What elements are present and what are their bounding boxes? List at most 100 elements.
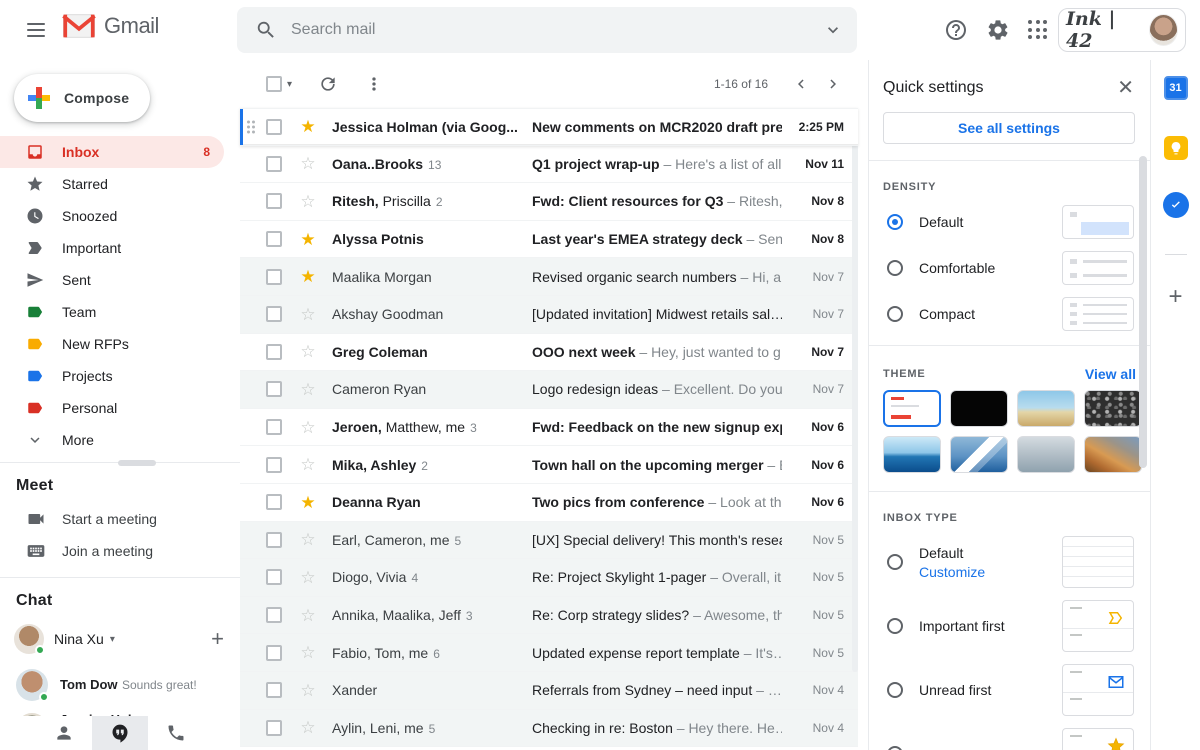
search-bar[interactable]: [237, 7, 857, 53]
refresh-icon[interactable]: [318, 74, 338, 94]
inbox-type-option-starred-first[interactable]: [869, 722, 1150, 750]
email-row[interactable]: ☆ Mika, Ashley2 Town hall on the upcomin…: [240, 446, 858, 484]
radio-button[interactable]: [887, 214, 903, 230]
email-row[interactable]: ☆ Diogo, Vivia4 Re: Project Skylight 1-p…: [240, 559, 858, 597]
sidebar-item-more[interactable]: More: [0, 424, 224, 456]
sidebar-item-projects[interactable]: Projects: [0, 360, 224, 392]
radio-button[interactable]: [887, 260, 903, 276]
radio-button[interactable]: [887, 682, 903, 698]
density-option-default[interactable]: Default: [869, 199, 1150, 245]
star-icon[interactable]: ☆: [298, 569, 318, 586]
email-checkbox[interactable]: [266, 381, 282, 397]
profile-avatar[interactable]: [1149, 14, 1178, 46]
theme-view-all-link[interactable]: View all: [1085, 366, 1136, 382]
email-row[interactable]: ★ Alyssa Potnis Last year's EMEA strateg…: [240, 221, 858, 259]
email-checkbox[interactable]: [266, 269, 282, 285]
email-row[interactable]: ☆ Fabio, Tom, me6 Updated expense report…: [240, 634, 858, 672]
star-icon[interactable]: ☆: [298, 343, 318, 360]
theme-thumbnail-iceberg[interactable]: [950, 436, 1008, 473]
radio-button[interactable]: [887, 618, 903, 634]
star-icon[interactable]: ☆: [298, 719, 318, 736]
radio-button[interactable]: [887, 746, 903, 750]
add-addon-icon[interactable]: +: [1168, 283, 1182, 311]
select-dropdown-icon[interactable]: ▾: [287, 79, 292, 90]
density-option-comfortable[interactable]: Comfortable: [869, 245, 1150, 291]
star-icon[interactable]: ☆: [298, 682, 318, 699]
email-row[interactable]: ☆ Earl, Cameron, me5 [UX] Special delive…: [240, 522, 858, 560]
email-row[interactable]: ★ Deanna Ryan Two pics from conference –…: [240, 484, 858, 522]
select-all-checkbox[interactable]: [266, 76, 282, 92]
email-checkbox[interactable]: [266, 720, 282, 736]
keep-icon[interactable]: [1164, 136, 1188, 160]
theme-thumbnail-dark[interactable]: [950, 390, 1008, 427]
sidebar-item-snoozed[interactable]: Snoozed: [0, 200, 224, 232]
star-icon[interactable]: ★: [298, 494, 318, 511]
email-checkbox[interactable]: [266, 419, 282, 435]
email-row[interactable]: ☆ Akshay Goodman [Updated invitation] Mi…: [240, 296, 858, 334]
tasks-icon[interactable]: [1163, 192, 1189, 218]
google-apps-icon[interactable]: [1028, 20, 1048, 40]
resize-handle[interactable]: [118, 460, 156, 466]
settings-gear-icon[interactable]: [986, 18, 1010, 42]
email-row[interactable]: ☆ Greg Coleman OOO next week – Hey, just…: [240, 334, 858, 372]
sidebar-item-sent[interactable]: Sent: [0, 264, 224, 296]
meet-item-join-a-meeting[interactable]: Join a meeting: [0, 535, 240, 567]
star-icon[interactable]: ★: [298, 268, 318, 285]
search-input[interactable]: [291, 21, 823, 39]
email-checkbox[interactable]: [266, 645, 282, 661]
compose-button[interactable]: Compose: [14, 74, 150, 122]
account-pill[interactable]: Ink | 42: [1058, 8, 1186, 52]
contacts-tab-icon[interactable]: [36, 716, 92, 750]
star-icon[interactable]: ☆: [298, 155, 318, 172]
star-icon[interactable]: ☆: [298, 531, 318, 548]
email-row[interactable]: ☆ Ritesh, Priscilla2 Fwd: Client resourc…: [240, 183, 858, 221]
newer-page-icon[interactable]: [792, 75, 810, 93]
theme-thumbnail-beach[interactable]: [1017, 390, 1075, 427]
search-options-chevron-icon[interactable]: [823, 20, 843, 40]
theme-thumbnail-pebbles[interactable]: [1084, 390, 1142, 427]
email-row[interactable]: ☆ Oana..Brooks13 Q1 project wrap-up – He…: [240, 146, 858, 184]
inbox-type-option-unread-first[interactable]: Unread first: [869, 658, 1150, 722]
email-checkbox[interactable]: [266, 682, 282, 698]
close-icon[interactable]: ✕: [1117, 78, 1134, 98]
email-row[interactable]: ★ Jessica Holman (via Goog... New commen…: [240, 108, 858, 146]
radio-button[interactable]: [887, 554, 903, 570]
drag-handle-icon[interactable]: [247, 120, 255, 133]
inbox-type-option-default[interactable]: DefaultCustomize: [869, 530, 1150, 594]
sidebar-item-inbox[interactable]: Inbox 8: [0, 136, 224, 168]
email-checkbox[interactable]: [266, 344, 282, 360]
phone-tab-icon[interactable]: [148, 716, 204, 750]
more-options-icon[interactable]: [364, 74, 384, 94]
email-checkbox[interactable]: [266, 569, 282, 585]
star-icon[interactable]: ☆: [298, 306, 318, 323]
meet-item-start-a-meeting[interactable]: Start a meeting: [0, 503, 240, 535]
email-checkbox[interactable]: [266, 306, 282, 322]
star-icon[interactable]: ☆: [298, 419, 318, 436]
new-chat-button[interactable]: +: [211, 626, 224, 652]
star-icon[interactable]: ☆: [298, 644, 318, 661]
radio-button[interactable]: [887, 306, 903, 322]
chat-self-row[interactable]: Nina Xu ▾ +: [0, 618, 240, 664]
theme-thumbnail-ocean[interactable]: [883, 436, 941, 473]
email-checkbox[interactable]: [266, 193, 282, 209]
sidebar-item-personal[interactable]: Personal: [0, 392, 224, 424]
email-checkbox[interactable]: [266, 532, 282, 548]
email-checkbox[interactable]: [266, 494, 282, 510]
inbox-type-option-important-first[interactable]: Important first: [869, 594, 1150, 658]
list-scrollbar[interactable]: [852, 112, 858, 672]
email-row[interactable]: ☆ Jeroen, Matthew, me3 Fwd: Feedback on …: [240, 409, 858, 447]
email-row[interactable]: ☆ Aylin, Leni, me5 Checking in re: Bosto…: [240, 710, 858, 748]
calendar-icon[interactable]: 31: [1164, 76, 1188, 100]
email-checkbox[interactable]: [266, 119, 282, 135]
star-icon[interactable]: ☆: [298, 456, 318, 473]
star-icon[interactable]: ☆: [298, 193, 318, 210]
see-all-settings-button[interactable]: See all settings: [883, 112, 1135, 144]
email-row[interactable]: ☆ Cameron Ryan Logo redesign ideas – Exc…: [240, 371, 858, 409]
email-row[interactable]: ☆ Annika, Maalika, Jeff3 Re: Corp strate…: [240, 597, 858, 635]
older-page-icon[interactable]: [824, 75, 842, 93]
email-row[interactable]: ☆ Xander Referrals from Sydney – need in…: [240, 672, 858, 710]
chat-contact-row[interactable]: Tom Dow Sounds great!: [0, 664, 240, 706]
email-checkbox[interactable]: [266, 457, 282, 473]
theme-thumbnail-light[interactable]: [883, 390, 941, 427]
star-icon[interactable]: ☆: [298, 607, 318, 624]
